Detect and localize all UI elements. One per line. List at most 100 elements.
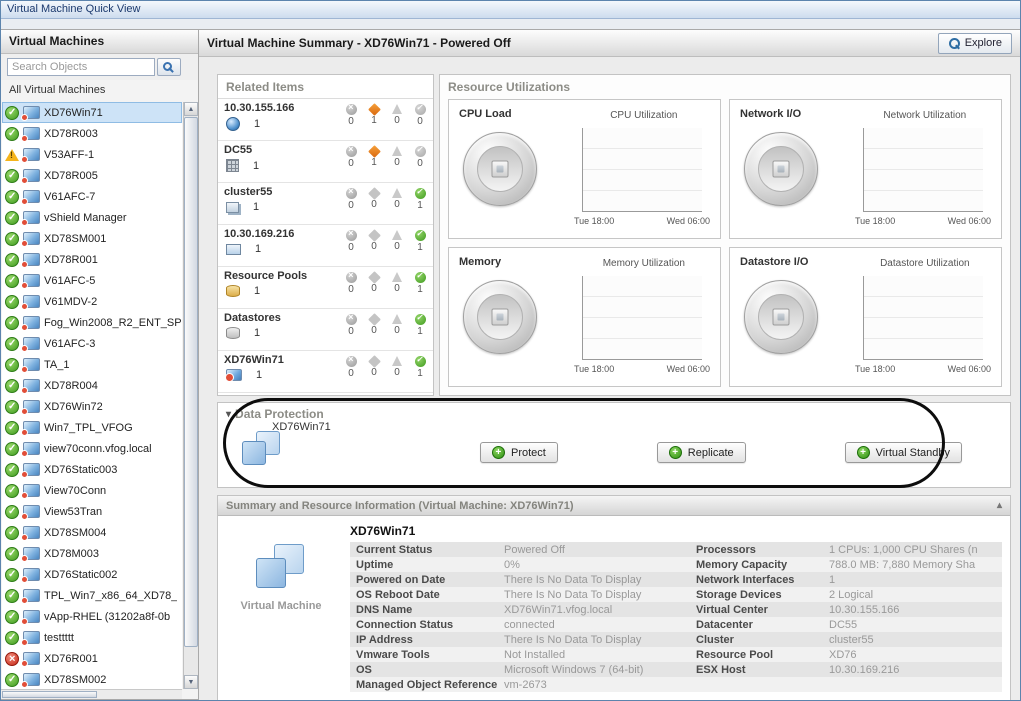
vm-list-item[interactable]: V61AFC-7 <box>2 186 182 207</box>
vm-list-item[interactable]: XD78SM001 <box>2 228 182 249</box>
vm-list-item[interactable]: XD76R001 <box>2 648 182 669</box>
main-area: Virtual Machine Summary - XD76Win71 - Po… <box>199 29 1020 700</box>
related-item-name: DC55 <box>224 144 344 156</box>
vm-list-item[interactable]: Win7_TPL_VFOG <box>2 417 182 438</box>
sidebar-title: Virtual Machines <box>9 34 104 48</box>
scroll-up-arrow-icon[interactable] <box>184 102 198 116</box>
vm-list-item[interactable]: View70Conn <box>2 480 182 501</box>
related-item-count: 1 <box>254 327 260 339</box>
vm-name: TPL_Win7_x86_64_XD78_ <box>44 590 177 602</box>
search-input[interactable] <box>7 58 155 76</box>
related-item-row[interactable]: Datastores 1 0 0 0 1 <box>218 309 433 351</box>
vm-stack-icon <box>242 431 280 465</box>
explore-button[interactable]: Explore <box>938 33 1012 54</box>
related-item-row[interactable]: cluster55 1 0 0 0 1 <box>218 183 433 225</box>
chart-ticks: Tue 18:00 Wed 06:00 <box>855 364 991 374</box>
vm-icon <box>23 547 40 560</box>
scroll-down-arrow-icon[interactable] <box>184 675 198 689</box>
summary-label-left: DNS Name <box>350 604 500 616</box>
fatal-status-icon <box>346 146 357 157</box>
vm-status-icon <box>5 526 19 540</box>
summary-label-right: Memory Capacity <box>690 559 825 571</box>
data-protection-action-button[interactable]: Virtual Standby <box>845 442 962 463</box>
critical-count: 1 <box>371 115 377 126</box>
related-item-row[interactable]: 10.30.155.166 1 0 1 0 0 <box>218 99 433 141</box>
vm-list-item[interactable]: V61AFC-3 <box>2 333 182 354</box>
vm-list-hscrollbar[interactable] <box>1 689 182 699</box>
all-virtual-machines-link[interactable]: All Virtual Machines <box>1 80 198 100</box>
summary-label-left: Connection Status <box>350 619 500 631</box>
vm-list-item[interactable]: V61MDV-2 <box>2 291 182 312</box>
vm-list-item[interactable]: XD76Win71 <box>2 102 182 123</box>
vm-list-item[interactable]: XD76Static002 <box>2 564 182 585</box>
warning-count: 0 <box>394 367 400 378</box>
normal-status-icon <box>415 314 426 325</box>
vm-list-item[interactable]: view70conn.vfog.local <box>2 438 182 459</box>
related-item-type-icon <box>226 202 239 213</box>
window-titlebar: Virtual Machine Quick View <box>1 1 1020 19</box>
vm-list-item[interactable]: XD78SM004 <box>2 522 182 543</box>
hscrollbar-thumb[interactable] <box>2 691 97 698</box>
summary-label-left: Powered on Date <box>350 574 500 586</box>
gauge-hub-icon <box>773 309 790 326</box>
vm-icon <box>23 652 40 665</box>
related-item-row[interactable]: DC55 1 0 1 0 0 <box>218 141 433 183</box>
warning-count: 0 <box>394 325 400 336</box>
collapse-up-icon[interactable] <box>997 500 1002 511</box>
vm-icon <box>23 106 40 119</box>
summary-table-row: Uptime 0% Memory Capacity 788.0 MB: 7,88… <box>350 557 1002 572</box>
vm-icon <box>23 589 40 602</box>
warning-count: 0 <box>394 241 400 252</box>
normal-count: 1 <box>417 326 423 337</box>
data-protection-header[interactable]: Data Protection <box>218 403 1010 425</box>
gauge-dial <box>744 132 818 206</box>
chart-ticks: Tue 18:00 Wed 06:00 <box>855 216 991 226</box>
summary-table-row: OS Reboot Date There Is No Data To Displ… <box>350 587 1002 602</box>
vm-list-item[interactable]: XD76Static003 <box>2 459 182 480</box>
vm-status-icon <box>5 211 19 225</box>
plus-icon <box>492 446 505 459</box>
summary-table-row: Current Status Powered Off Processors 1 … <box>350 542 1002 557</box>
data-protection-action-button[interactable]: Replicate <box>657 442 746 463</box>
critical-count: 0 <box>371 241 377 252</box>
vm-list-item[interactable]: Fog_Win2008_R2_ENT_SP <box>2 312 182 333</box>
tick-right: Wed 06:00 <box>667 364 710 374</box>
vm-list-item[interactable]: XD78R005 <box>2 165 182 186</box>
vm-list-item[interactable]: XD78M003 <box>2 543 182 564</box>
vm-list-item[interactable]: vShield Manager <box>2 207 182 228</box>
data-protection-action-button[interactable]: Protect <box>480 442 558 463</box>
normal-count: 1 <box>417 284 423 295</box>
vm-list-item[interactable]: XD78R004 <box>2 375 182 396</box>
related-item-main: XD76Win71 1 <box>224 354 344 392</box>
vm-list-scrollbar[interactable] <box>183 102 198 689</box>
vm-list-item[interactable]: testtttt <box>2 627 182 648</box>
vm-list-item[interactable]: TA_1 <box>2 354 182 375</box>
vm-list-item[interactable]: V53AFF-1 <box>2 144 182 165</box>
search-icon <box>163 62 172 71</box>
warning-count: 0 <box>394 283 400 294</box>
vm-list-item[interactable]: V61AFC-5 <box>2 270 182 291</box>
vm-list-item[interactable]: vApp-RHEL (31202a8f-0b <box>2 606 182 627</box>
vm-icon <box>23 253 40 266</box>
fatal-count: 0 <box>348 326 354 337</box>
vm-list-item[interactable]: XD76Win72 <box>2 396 182 417</box>
critical-count: 1 <box>371 157 377 168</box>
vm-list-item[interactable]: View53Tran <box>2 501 182 522</box>
vm-list-item[interactable]: XD78R001 <box>2 249 182 270</box>
vm-status-icon <box>5 169 19 183</box>
vm-list-item[interactable]: TPL_Win7_x86_64_XD78_ <box>2 585 182 606</box>
related-item-row[interactable]: Resource Pools 1 0 0 0 1 <box>218 267 433 309</box>
utilization-chart <box>582 128 702 212</box>
gauge-dial <box>463 280 537 354</box>
vm-list-item[interactable]: XD78SM002 <box>2 669 182 689</box>
related-item-statuses: 0 0 0 1 <box>344 354 427 392</box>
summary-header[interactable]: Summary and Resource Information (Virtua… <box>218 496 1010 516</box>
normal-status-icon <box>415 272 426 283</box>
related-item-row[interactable]: 10.30.169.216 1 0 0 0 1 <box>218 225 433 267</box>
fatal-count: 0 <box>348 284 354 295</box>
search-button[interactable] <box>157 58 181 76</box>
scrollbar-thumb[interactable] <box>184 117 198 647</box>
vm-name: XD78SM004 <box>44 527 106 539</box>
related-item-row[interactable]: XD76Win71 1 0 0 0 1 <box>218 351 433 393</box>
vm-list-item[interactable]: XD78R003 <box>2 123 182 144</box>
